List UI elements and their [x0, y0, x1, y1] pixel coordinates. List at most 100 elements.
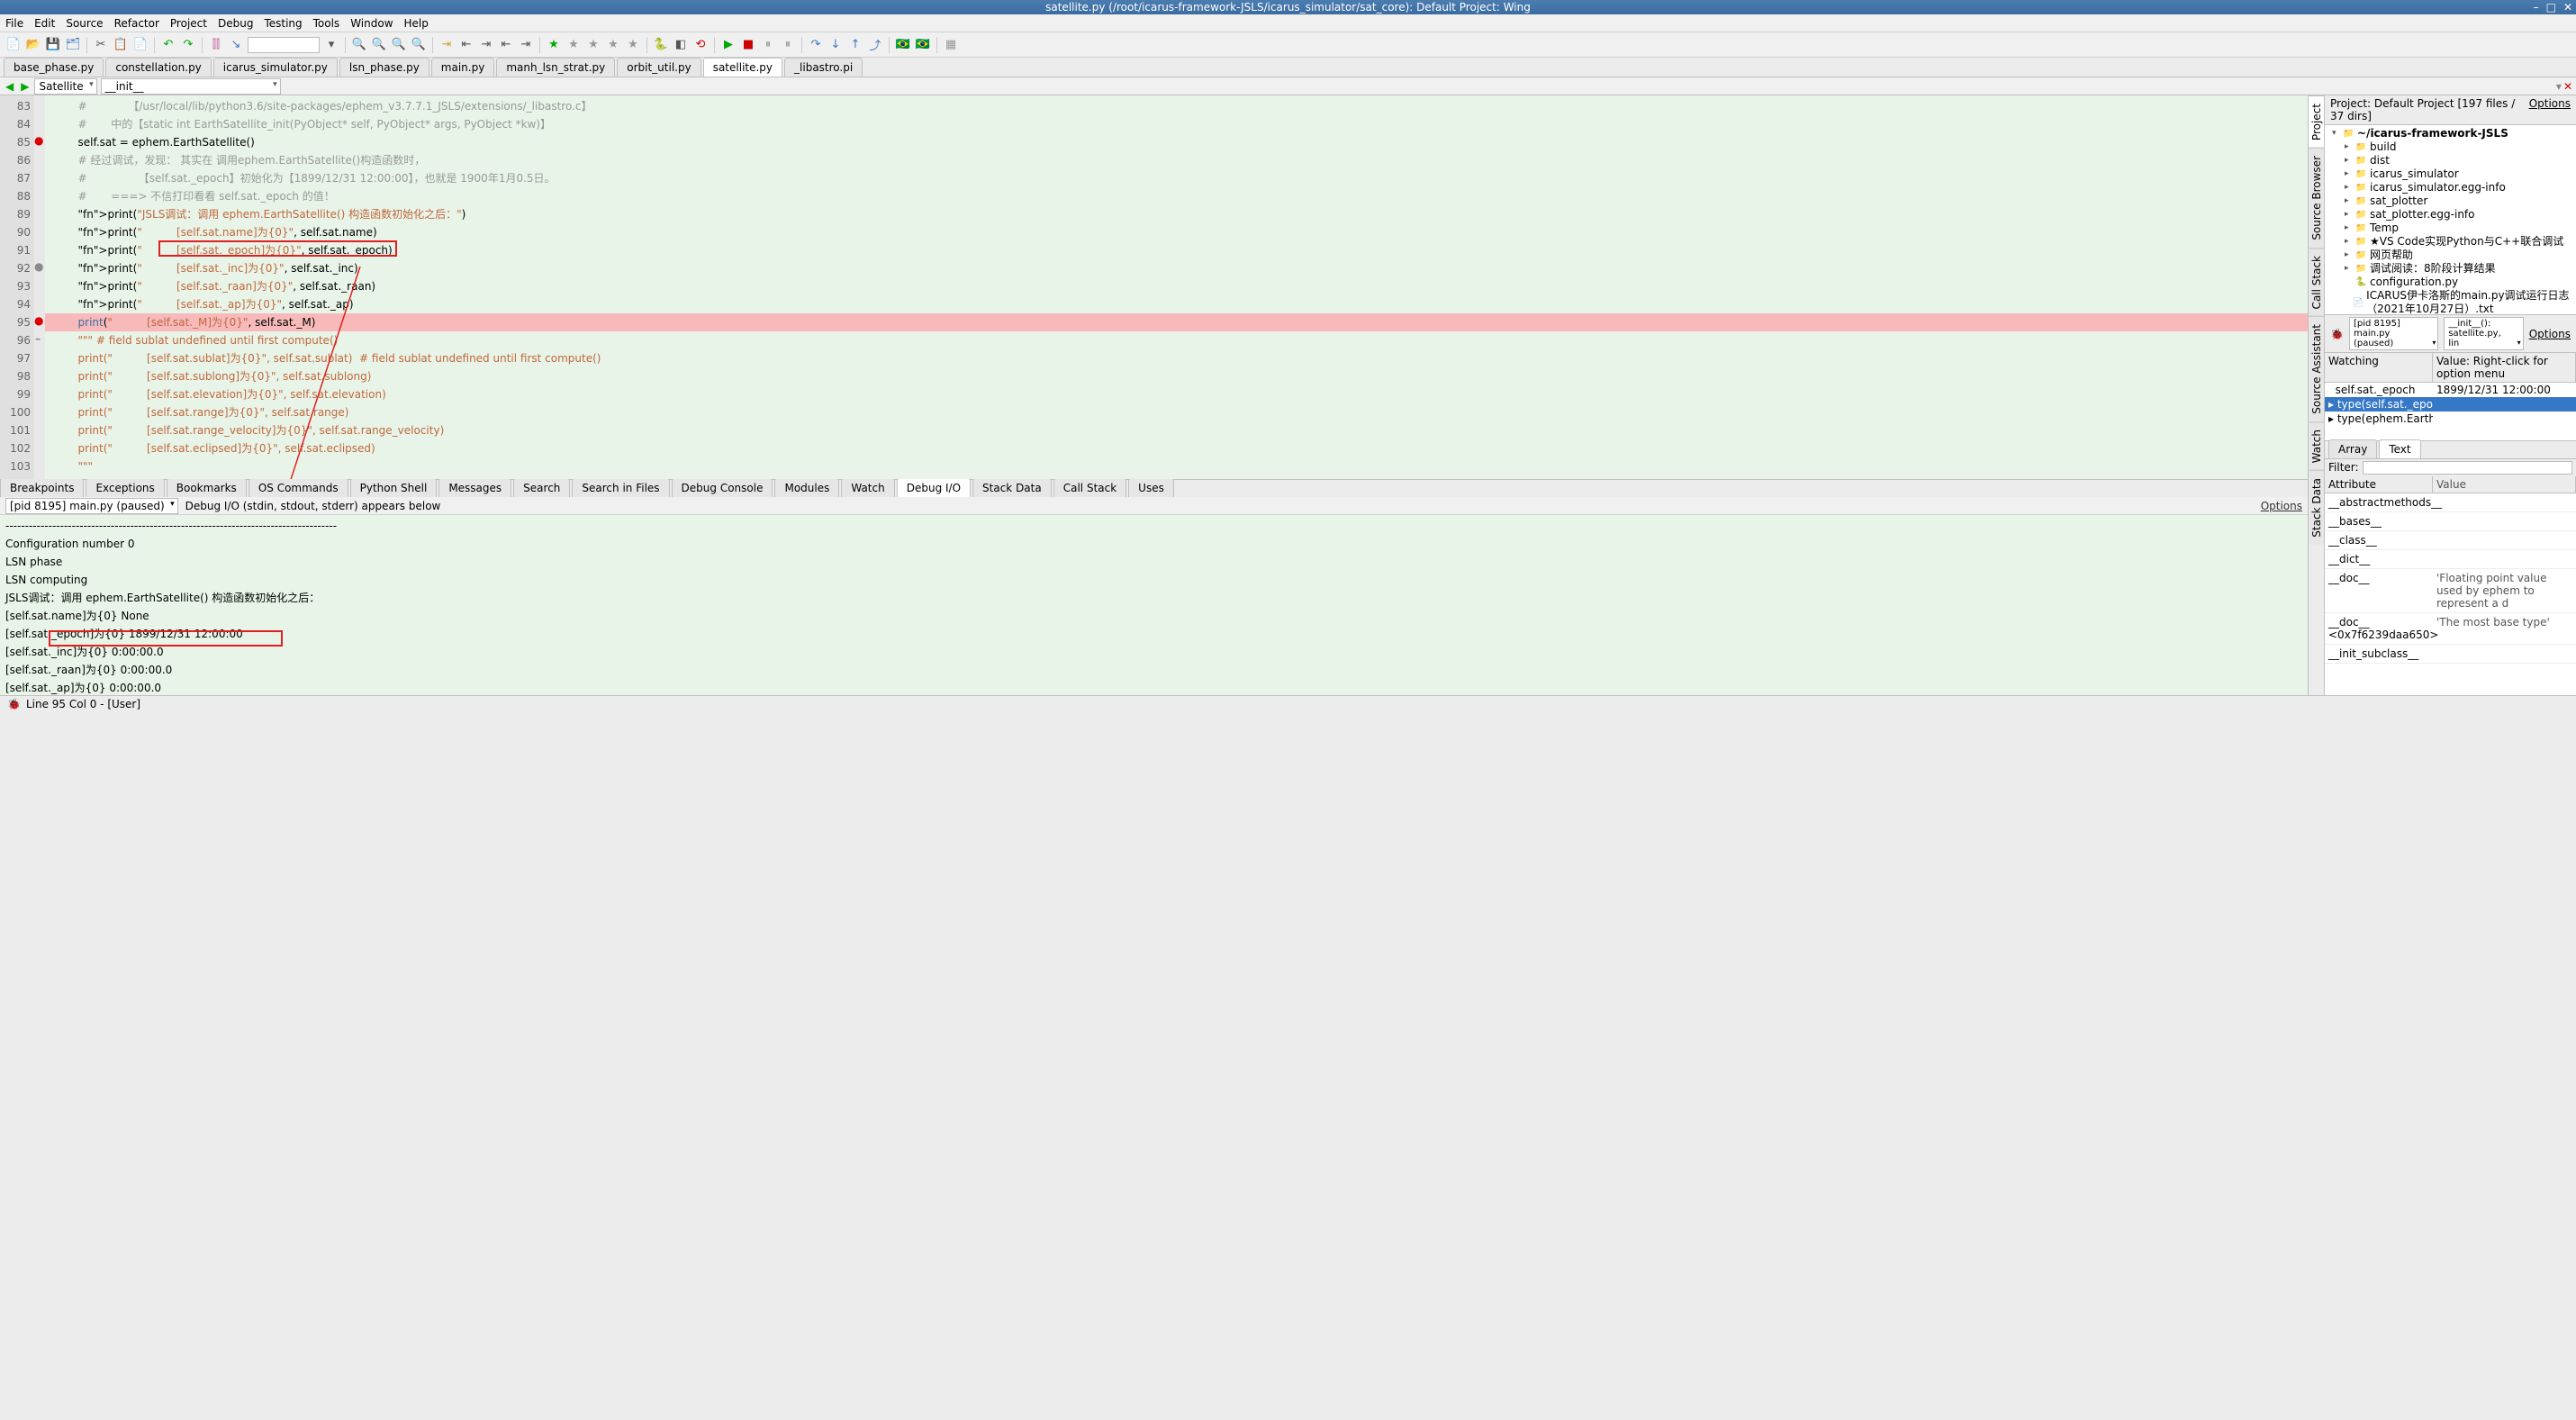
debug-run-icon[interactable]: ▶: [720, 37, 737, 53]
file-tab[interactable]: constellation.py: [105, 58, 211, 77]
menu-debug[interactable]: Debug: [218, 17, 253, 30]
tree-node[interactable]: ▸📁调试阅读：8阶段计算结果: [2325, 262, 2576, 276]
debug-pause-icon[interactable]: ⏸: [760, 37, 776, 53]
project-options-link[interactable]: Options: [2529, 97, 2571, 122]
diff-icon[interactable]: ◧: [673, 37, 689, 53]
tree-node[interactable]: ▸📁sat_plotter: [2325, 194, 2576, 208]
menu-tools[interactable]: Tools: [313, 17, 340, 30]
tree-node[interactable]: ▾📁~/icarus-framework-JSLS: [2325, 127, 2576, 140]
menu-file[interactable]: File: [5, 17, 23, 30]
bottom-tab[interactable]: OS Commands: [249, 478, 348, 497]
debug-options-link[interactable]: Options: [2261, 500, 2302, 512]
search-icon[interactable]: 🔍: [351, 37, 367, 53]
watch-row[interactable]: self.sat._epoch1899/12/31 12:00:00: [2325, 383, 2576, 397]
nav-back-icon[interactable]: ◀: [4, 80, 15, 93]
attr-row[interactable]: __doc__ <0x7f6239daa650>'The most base t…: [2325, 613, 2576, 645]
bottom-tab[interactable]: Exceptions: [86, 478, 164, 497]
search-prev-icon[interactable]: 🔍: [371, 37, 387, 53]
flag-br-icon[interactable]: 🇧🇷: [895, 37, 911, 53]
tree-node[interactable]: ▸📁icarus_simulator: [2325, 167, 2576, 181]
indent-guide-icon[interactable]: ⫿⫿: [208, 37, 224, 53]
goto-icon[interactable]: ↘: [228, 37, 244, 53]
tree-node[interactable]: ▸📁dist: [2325, 154, 2576, 167]
code-area[interactable]: # 【/usr/local/lib/python3.6/site-package…: [45, 95, 2308, 479]
bookmark-all-icon[interactable]: ★: [625, 37, 641, 53]
tree-node[interactable]: ▸📁sat_plotter.egg-info: [2325, 208, 2576, 222]
file-tab[interactable]: orbit_util.py: [617, 58, 700, 77]
file-tab[interactable]: _libastro.pi: [784, 58, 863, 77]
side-tab[interactable]: Source Assistant: [2309, 316, 2324, 421]
grid-icon[interactable]: ▦: [943, 37, 959, 53]
debug-stop-icon[interactable]: ■: [740, 37, 756, 53]
attr-row[interactable]: __bases__: [2325, 512, 2576, 531]
bottom-tab[interactable]: Modules: [774, 478, 839, 497]
watch-row[interactable]: ▸ type(self.sat._epoch): [2325, 397, 2576, 412]
undo-icon[interactable]: ↶: [160, 37, 176, 53]
tab-close-icon[interactable]: ✕: [2563, 80, 2572, 93]
dedent-left-icon[interactable]: ⇤: [458, 37, 475, 53]
watch-options-link[interactable]: Options: [2529, 328, 2571, 340]
step-out-icon[interactable]: ↑: [847, 37, 863, 53]
tree-node[interactable]: ▸📁build: [2325, 140, 2576, 154]
attributes-panel[interactable]: Attribute Value __abstractmethods____bas…: [2325, 476, 2576, 695]
step-into-icon[interactable]: ↓: [827, 37, 844, 53]
copy-icon[interactable]: 📋: [113, 37, 129, 53]
debug-process-combo[interactable]: [pid 8195] main.py (paused): [5, 498, 178, 514]
redo-icon[interactable]: ↷: [180, 37, 196, 53]
side-tab[interactable]: Call Stack: [2309, 248, 2324, 316]
close-icon[interactable]: ✕: [2563, 1, 2572, 14]
file-tab[interactable]: icarus_simulator.py: [213, 58, 338, 77]
step-over-icon[interactable]: ↷: [808, 37, 824, 53]
menu-testing[interactable]: Testing: [264, 17, 302, 30]
class-combo[interactable]: Satellite: [34, 78, 96, 95]
method-combo[interactable]: __init__: [101, 78, 281, 95]
attr-row[interactable]: __abstractmethods__: [2325, 493, 2576, 512]
paste-icon[interactable]: 📄: [132, 37, 149, 53]
search-next-icon[interactable]: 🔍: [391, 37, 407, 53]
attr-row[interactable]: __class__: [2325, 531, 2576, 550]
side-tab[interactable]: Stack Data: [2309, 470, 2324, 545]
dedent-right-icon[interactable]: ⇥: [478, 37, 494, 53]
array-tab[interactable]: Array: [2328, 439, 2377, 458]
flag-br2-icon[interactable]: 🇧🇷: [915, 37, 931, 53]
comment-icon[interactable]: ⇥: [518, 37, 534, 53]
watch-row[interactable]: [2325, 426, 2576, 440]
tree-node[interactable]: 📄ICARUS伊卡洛斯的main.py调试运行日志（2021年10月27日）.t…: [2325, 289, 2576, 314]
maximize-icon[interactable]: □: [2546, 1, 2556, 14]
bookmark-next-icon[interactable]: ★: [585, 37, 601, 53]
minimize-icon[interactable]: –: [2534, 1, 2539, 14]
python-icon[interactable]: 🐍: [653, 37, 669, 53]
menu-refactor[interactable]: Refactor: [114, 17, 159, 30]
tree-node[interactable]: ▸📁icarus_simulator.egg-info: [2325, 181, 2576, 194]
menu-project[interactable]: Project: [170, 17, 207, 30]
tab-menu-icon[interactable]: ▾: [2556, 80, 2562, 93]
array-tab[interactable]: Text: [2379, 439, 2420, 458]
bottom-tab[interactable]: Breakpoints: [0, 478, 84, 497]
file-tab[interactable]: base_phase.py: [4, 58, 104, 77]
bottom-tab[interactable]: Bookmarks: [167, 478, 247, 497]
debug-io-console[interactable]: ----------------------------------------…: [0, 515, 2308, 695]
watch-frame-combo[interactable]: __init__(): satellite.py, lin: [2444, 317, 2523, 350]
file-tab[interactable]: satellite.py: [703, 58, 782, 77]
nav-fwd-icon[interactable]: ▶: [19, 80, 31, 93]
bookmark-clear-icon[interactable]: ★: [605, 37, 621, 53]
bottom-tab[interactable]: Debug Console: [672, 478, 773, 497]
cut-icon[interactable]: ✂: [93, 37, 109, 53]
file-tab[interactable]: lsn_phase.py: [339, 58, 429, 77]
attr-row[interactable]: __doc__'Floating point value used by eph…: [2325, 569, 2576, 613]
code-editor[interactable]: 8384858687888990919293949596979899100101…: [0, 95, 2308, 479]
menu-help[interactable]: Help: [404, 17, 429, 30]
bottom-tab[interactable]: Search in Files: [572, 478, 669, 497]
open-folder-icon[interactable]: 📂: [25, 37, 41, 53]
tree-node[interactable]: ▸📁★VS Code实现Python与C++联合调试: [2325, 235, 2576, 249]
bottom-tab[interactable]: Messages: [438, 478, 511, 497]
debug-pause2-icon[interactable]: ⏸: [780, 37, 796, 53]
save-icon[interactable]: 💾: [45, 37, 61, 53]
goto-line-input[interactable]: [248, 37, 320, 53]
bookmark-prev-icon[interactable]: ★: [565, 37, 582, 53]
new-file-icon[interactable]: 📄: [5, 37, 22, 53]
goto-dropdown-icon[interactable]: ▾: [323, 37, 339, 53]
filter-input[interactable]: [2363, 461, 2572, 475]
file-tab[interactable]: main.py: [431, 58, 495, 77]
step-return-icon[interactable]: ⤴: [867, 37, 883, 53]
